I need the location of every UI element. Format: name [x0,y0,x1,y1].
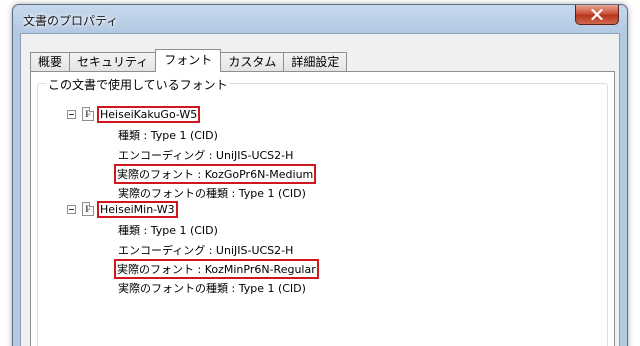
actual-font-type: 実際のフォントの種類 : Type 1 (CID) [118,187,306,200]
tab-advanced[interactable]: 詳細設定 [283,52,348,72]
font-node-heiseimin[interactable]: HeiseiMin-W3 [97,201,178,218]
tab-custom[interactable]: カスタム [220,52,285,72]
tab-security[interactable]: セキュリティ [69,52,157,72]
tab-strip: 概要 セキュリティ フォント カスタム 詳細設定 [30,49,348,72]
fonts-group-box: この文書で使用しているフォント F HeiseiKakuGo-W5 種類 : T… [37,76,608,346]
actual-font: 実際のフォント : KozMinPr6N-Regular [114,259,319,279]
document-properties-window: 文書のプロパティ 概要 セキュリティ フォント カスタム 詳細設定 この文書で使… [12,4,628,346]
fonts-group-title: この文書で使用しているフォント [46,76,230,93]
dialog-client-area: 概要 セキュリティ フォント カスタム 詳細設定 この文書で使用しているフォント… [20,33,620,346]
font-file-icon: F [82,107,94,121]
window-title: 文書のプロパティ [23,14,119,28]
font-encoding: エンコーディング : UniJIS-UCS2-H [118,149,294,162]
font-type: 種類 : Type 1 (CID) [118,224,218,237]
tab-fonts[interactable]: フォント [155,49,222,72]
close-icon [591,9,603,20]
fonts-tab-panel: この文書で使用しているフォント F HeiseiKakuGo-W5 種類 : T… [30,71,615,346]
actual-font: 実際のフォント : KozGoPr6N-Medium [114,164,317,184]
font-encoding: エンコーディング : UniJIS-UCS2-H [118,244,294,257]
collapse-icon[interactable] [67,110,76,119]
collapse-icon[interactable] [67,205,76,214]
actual-font-type: 実際のフォントの種類 : Type 1 (CID) [118,282,306,295]
close-button[interactable] [575,5,619,25]
font-type: 種類 : Type 1 (CID) [118,129,218,142]
font-file-icon: F [82,202,94,216]
tab-summary[interactable]: 概要 [30,52,71,72]
font-node-heiseikakugo[interactable]: HeiseiKakuGo-W5 [97,106,201,123]
title-bar[interactable]: 文書のプロパティ [13,5,627,35]
